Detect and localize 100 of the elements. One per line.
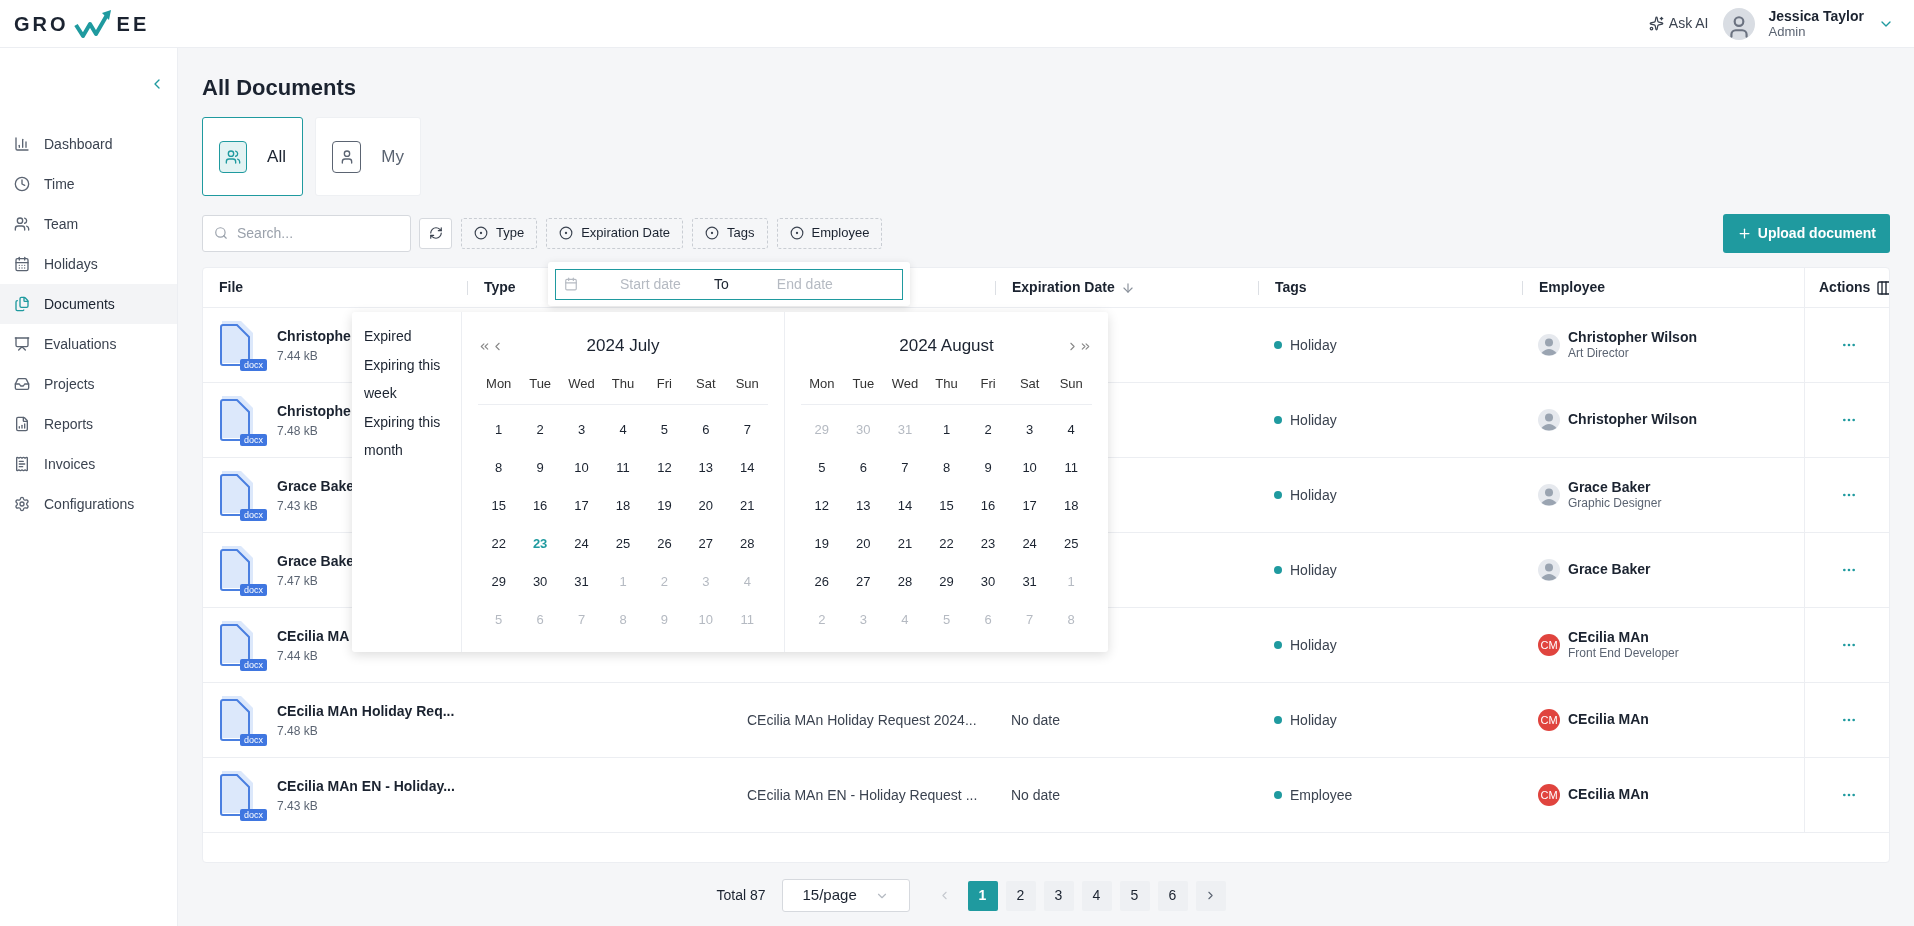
calendar-day[interactable]: 13 [685, 448, 727, 487]
columns-icon[interactable] [1876, 279, 1889, 296]
end-date-input[interactable]: End date [776, 273, 877, 295]
sidebar-item[interactable]: Team [0, 204, 177, 244]
search-field[interactable]: Search... [202, 214, 411, 252]
calendar-day[interactable]: 15 [478, 486, 520, 525]
calendar-day[interactable]: 18 [1050, 486, 1092, 525]
calendar-day[interactable]: 8 [478, 448, 520, 487]
column-header[interactable]: Type [484, 277, 516, 298]
calendar-day[interactable]: 1 [478, 410, 520, 449]
calendar-day[interactable]: 29 [478, 562, 520, 601]
page-button[interactable]: 5 [1119, 880, 1150, 911]
sidebar-item[interactable]: Dashboard [0, 124, 177, 164]
calendar-day[interactable]: 12 [801, 486, 843, 525]
refresh-button[interactable] [419, 217, 452, 249]
date-range-field[interactable]: Start date To End date [555, 268, 903, 300]
calendar-day[interactable]: 11 [602, 448, 644, 487]
page-button[interactable]: 6 [1157, 880, 1188, 911]
calendar-day[interactable]: 4 [602, 410, 644, 449]
calendar-day[interactable]: 22 [478, 524, 520, 563]
scope-tab[interactable]: My [315, 117, 421, 196]
calendar-day[interactable]: 1 [925, 410, 968, 449]
calendar-day[interactable]: 24 [1008, 524, 1051, 563]
calendar-day[interactable]: 31 [1008, 562, 1051, 601]
calendar-day[interactable]: 21 [726, 486, 768, 525]
file-name[interactable]: CEcilia MAn Holiday Req... [277, 700, 455, 722]
calendar-day[interactable]: 4 [1050, 410, 1092, 449]
preset-option[interactable]: Expiring this month [364, 408, 453, 464]
calendar-day[interactable]: 13 [842, 486, 885, 525]
file-name[interactable]: CEcilia MA [277, 625, 350, 647]
calendar-day[interactable]: 6 [685, 410, 727, 449]
column-header[interactable]: File [219, 277, 244, 298]
sidebar-item[interactable]: Projects [0, 364, 177, 404]
file-name[interactable]: Christophe [277, 400, 351, 422]
filter-chip[interactable]: Type [461, 217, 538, 249]
file-name[interactable]: CEcilia MAn EN - Holiday... [277, 775, 455, 797]
calendar-day[interactable]: 16 [967, 486, 1009, 525]
column-header[interactable]: Tags [1275, 277, 1307, 298]
calendar-day[interactable]: 5 [643, 410, 686, 449]
column-header[interactable]: Expiration Date [1012, 277, 1115, 298]
sidebar-item[interactable]: Evaluations [0, 324, 177, 364]
calendar-day[interactable]: 5 [801, 448, 843, 487]
calendar-day[interactable]: 19 [643, 486, 686, 525]
calendar-day[interactable]: 25 [1050, 524, 1092, 563]
calendar-day[interactable]: 14 [726, 448, 768, 487]
page-button[interactable]: 4 [1081, 880, 1112, 911]
calendar-day[interactable]: 18 [602, 486, 644, 525]
calendar-day[interactable]: 28 [726, 524, 768, 563]
calendar-day[interactable]: 19 [801, 524, 843, 563]
calendar-day[interactable]: 27 [842, 562, 885, 601]
calendar-day[interactable]: 16 [519, 486, 561, 525]
calendar-day[interactable]: 14 [884, 486, 926, 525]
calendar-day[interactable]: 21 [884, 524, 926, 563]
page-button[interactable]: 3 [1043, 880, 1074, 911]
calendar-day[interactable]: 6 [842, 448, 885, 487]
calendar-day[interactable]: 2 [967, 410, 1009, 449]
calendar-day[interactable]: 30 [519, 562, 561, 601]
calendar-day[interactable]: 10 [1008, 448, 1051, 487]
calendar-day[interactable]: 11 [1050, 448, 1092, 487]
column-header[interactable]: Employee [1539, 277, 1606, 298]
calendar-day[interactable]: 22 [925, 524, 968, 563]
scope-tab[interactable]: All [202, 117, 303, 196]
user-avatar[interactable] [1722, 7, 1755, 40]
calendar-day[interactable]: 9 [519, 448, 561, 487]
calendar-day[interactable]: 26 [643, 524, 686, 563]
calendar-day[interactable]: 23 [967, 524, 1009, 563]
calendar-day[interactable]: 17 [560, 486, 603, 525]
preset-option[interactable]: Expiring this week [364, 351, 453, 407]
calendar-day[interactable]: 30 [967, 562, 1009, 601]
page-button[interactable]: 2 [1005, 880, 1036, 911]
calendar-day[interactable]: 17 [1008, 486, 1051, 525]
ask-ai-button[interactable]: Ask AI [1648, 13, 1709, 34]
file-name[interactable]: Christophe [277, 325, 351, 347]
sidebar-item[interactable]: Invoices [0, 444, 177, 484]
sidebar-item[interactable]: Documents [0, 284, 177, 324]
calendar-day[interactable]: 12 [643, 448, 686, 487]
column-header[interactable]: Actions [1819, 277, 1871, 298]
preset-option[interactable]: Expired [364, 322, 453, 350]
page-size-select[interactable]: 15/page [781, 879, 910, 912]
calendar-day[interactable]: 20 [685, 486, 727, 525]
calendar-day[interactable]: 28 [884, 562, 926, 601]
sidebar-item[interactable]: Reports [0, 404, 177, 444]
calendar-day[interactable]: 26 [801, 562, 843, 601]
calendar-day[interactable]: 20 [842, 524, 885, 563]
calendar-day[interactable]: 31 [560, 562, 603, 601]
calendar-day[interactable]: 2 [519, 410, 561, 449]
calendar-day[interactable]: 25 [602, 524, 644, 563]
file-name[interactable]: Grace Bake [277, 475, 355, 497]
filter-chip[interactable]: Employee [776, 217, 883, 249]
calendar-day[interactable]: 29 [925, 562, 968, 601]
filter-chip[interactable]: Tags [692, 217, 768, 249]
calendar-day[interactable]: 27 [685, 524, 727, 563]
sidebar-item[interactable]: Configurations [0, 484, 177, 524]
filter-chip[interactable]: Expiration Date [546, 217, 684, 249]
file-name[interactable]: Grace Bake [277, 550, 355, 572]
calendar-day[interactable]: 3 [560, 410, 603, 449]
sidebar-item[interactable]: Holidays [0, 244, 177, 284]
sidebar-item[interactable]: Time [0, 164, 177, 204]
calendar-day[interactable]: 7 [884, 448, 926, 487]
calendar-day[interactable]: 24 [560, 524, 603, 563]
